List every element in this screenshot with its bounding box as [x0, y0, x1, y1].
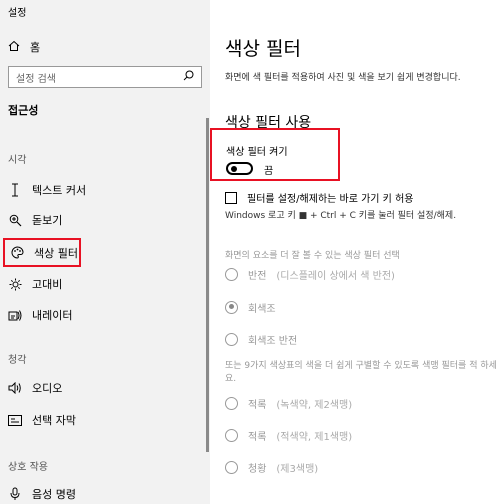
- group-label-vision: 시각: [8, 155, 27, 166]
- shortcut-key-option[interactable]: 필터를 설정/해제하는 바로 가기 키 허용: [225, 190, 413, 205]
- sidebar-item-label: 오디오: [32, 382, 63, 395]
- filter-label: 회색조 반전: [248, 335, 298, 347]
- radio-button[interactable]: [225, 428, 238, 442]
- toggle-state: 끔: [264, 166, 274, 177]
- sidebar-item-color-filters[interactable]: 색상 필터: [3, 238, 81, 267]
- group-label-interaction: 상호 작용: [8, 462, 48, 473]
- shortcut-help: Windows 로고 키 ■ + Ctrl + C 키를 눌러 필터 설정/해제…: [225, 211, 457, 221]
- toggle-highlight: 색상 필터 켜기 끔: [210, 128, 340, 181]
- home-label: 홈: [30, 41, 41, 54]
- colorblind-description: 또는 9가지 색상표의 색을 더 쉽게 구별할 수 있도록 색맹 필터를 적 하…: [225, 361, 497, 384]
- color-palette-icon: [10, 246, 24, 260]
- sidebar-item-audio[interactable]: 오디오: [8, 378, 62, 398]
- sidebar-item-label: 색상 필터: [34, 246, 78, 260]
- search-placeholder: 설정 검색: [16, 73, 56, 85]
- sidebar-item-label: 내레이터: [32, 309, 73, 322]
- filter-label: 적록: [248, 431, 267, 443]
- sidebar-item-label: 텍스트 커서: [32, 184, 87, 197]
- filter-label: 회색조: [248, 303, 276, 315]
- sidebar-item-captions[interactable]: 선택 자막: [8, 410, 76, 430]
- search-icon: [183, 70, 194, 84]
- color-filter-toggle[interactable]: [226, 162, 253, 175]
- shortcut-checkbox[interactable]: [225, 191, 237, 204]
- sidebar-item-label: 음성 명령: [32, 488, 76, 501]
- filter-detail: (제3색맹): [276, 463, 319, 475]
- sidebar-item-label: 고대비: [32, 278, 63, 291]
- filter-option-invert[interactable]: 반전 (디스플레이 상에서 색 반전): [225, 266, 395, 282]
- filter-detail: (녹색약, 제2색맹): [276, 399, 353, 411]
- search-input[interactable]: 설정 검색: [8, 66, 202, 88]
- filter-label: 적록: [248, 399, 267, 411]
- radio-button-selected[interactable]: [225, 300, 238, 314]
- radio-button[interactable]: [225, 396, 238, 410]
- sidebar: 설정 홈 설정 검색 접근성 시각 텍스트 커서 돋보기 색상 필터 고대비 내…: [0, 0, 210, 504]
- sidebar-item-label: 돋보기: [32, 214, 63, 227]
- filter-option-deuteranopia[interactable]: 적록 (녹색약, 제2색맹): [225, 395, 352, 411]
- home-icon: [8, 40, 20, 55]
- sidebar-item-magnifier[interactable]: 돋보기: [8, 210, 62, 230]
- radio-button[interactable]: [225, 332, 238, 346]
- narrator-icon: [8, 308, 22, 322]
- filter-label: 청황: [248, 463, 267, 475]
- sidebar-item-label: 선택 자막: [32, 414, 76, 427]
- sidebar-item-text-cursor[interactable]: 텍스트 커서: [8, 180, 86, 200]
- sidebar-item-speech[interactable]: 음성 명령: [8, 484, 76, 504]
- filter-select-title: 화면의 요소를 더 잘 볼 수 있는 색상 필터 선택: [225, 251, 400, 261]
- filter-label: 반전: [248, 270, 267, 282]
- sidebar-scrollbar[interactable]: [206, 118, 209, 452]
- magnifier-icon: [8, 213, 22, 227]
- text-cursor-icon: [8, 183, 22, 197]
- radio-button[interactable]: [225, 460, 238, 474]
- toggle-knob: [231, 166, 237, 172]
- home-link[interactable]: 홈: [8, 38, 40, 56]
- sidebar-item-high-contrast[interactable]: 고대비: [8, 274, 62, 294]
- filter-detail: (적색약, 제1색맹): [276, 431, 353, 443]
- toggle-label: 색상 필터 켜기: [226, 147, 288, 158]
- radio-button[interactable]: [225, 267, 238, 281]
- sidebar-item-narrator[interactable]: 내레이터: [8, 305, 72, 325]
- sun-icon: [8, 277, 22, 291]
- group-label-hearing: 청각: [8, 355, 27, 366]
- filter-option-grayscale-invert[interactable]: 회색조 반전: [225, 331, 297, 347]
- section-title: 접근성: [8, 104, 39, 117]
- window-title: 설정: [8, 8, 27, 19]
- page-description: 화면에 색 필터를 적용하여 사진 및 색을 보기 쉽게 변경합니다.: [225, 73, 461, 83]
- captions-icon: [8, 413, 22, 427]
- filter-option-grayscale[interactable]: 회색조: [225, 299, 276, 315]
- filter-option-tritanopia[interactable]: 청황 (제3색맹): [225, 459, 318, 475]
- page-title: 색상 필터: [225, 38, 301, 60]
- main-content: 색상 필터 화면에 색 필터를 적용하여 사진 및 색을 보기 쉽게 변경합니다…: [210, 0, 500, 504]
- shortcut-label: 필터를 설정/해제하는 바로 가기 키 허용: [247, 194, 414, 205]
- filter-option-protanopia[interactable]: 적록 (적색약, 제1색맹): [225, 427, 352, 443]
- speaker-icon: [8, 381, 22, 395]
- microphone-icon: [8, 487, 22, 501]
- filter-detail: (디스플레이 상에서 색 반전): [276, 270, 395, 282]
